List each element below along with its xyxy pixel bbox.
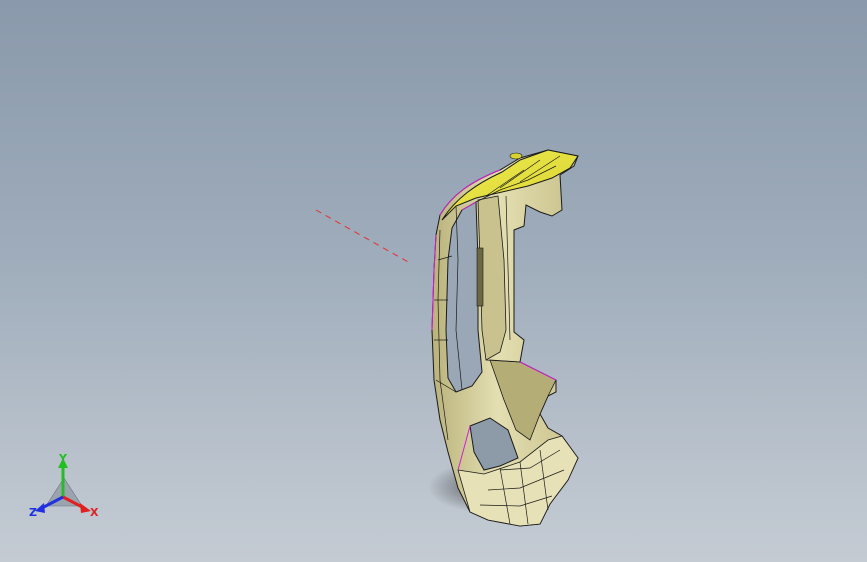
triad-x-label: X	[90, 506, 99, 519]
reference-triad: Y X Z	[29, 452, 99, 519]
triad-z-label: Z	[29, 506, 37, 519]
triad-y-label: Y	[58, 452, 68, 465]
graphics-viewport[interactable]: Y X Z	[0, 0, 867, 562]
